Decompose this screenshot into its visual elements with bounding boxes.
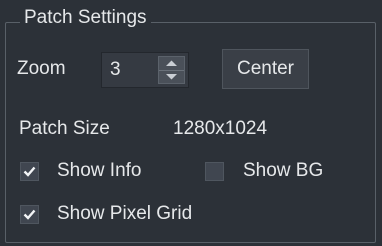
checkmark-icon xyxy=(23,166,36,177)
zoom-spinbox[interactable]: 3 xyxy=(101,52,189,88)
show-info-label[interactable]: Show Info xyxy=(57,160,142,182)
center-button[interactable]: Center xyxy=(222,49,309,89)
zoom-spin-buttons xyxy=(158,56,185,84)
zoom-up-button[interactable] xyxy=(159,57,184,70)
show-pixel-grid-checkbox[interactable] xyxy=(20,205,39,224)
zoom-value[interactable]: 3 xyxy=(110,59,121,81)
group-title: Patch Settings xyxy=(20,7,151,29)
patch-size-value: 1280x1024 xyxy=(173,118,268,139)
patch-size-label: Patch Size xyxy=(19,118,110,139)
zoom-label: Zoom xyxy=(17,58,66,79)
arrow-up-icon xyxy=(166,60,177,66)
show-bg-label[interactable]: Show BG xyxy=(243,160,323,182)
show-bg-checkbox[interactable] xyxy=(205,162,224,181)
show-pixel-grid-label[interactable]: Show Pixel Grid xyxy=(57,203,192,225)
arrow-down-icon xyxy=(166,74,177,80)
checkmark-icon xyxy=(23,209,36,220)
show-info-checkbox[interactable] xyxy=(20,162,39,181)
zoom-down-button[interactable] xyxy=(159,70,184,83)
